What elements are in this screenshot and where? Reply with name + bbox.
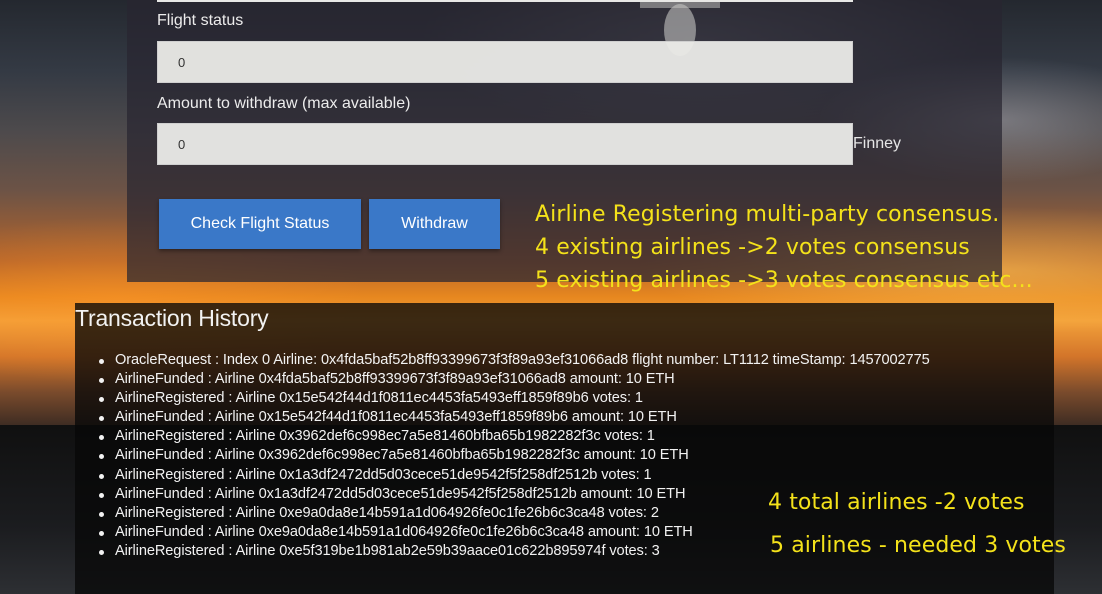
withdraw-amount-label: Amount to withdraw (max available): [157, 95, 411, 112]
transaction-history-list: OracleRequest : Index 0 Airline: 0x4fda5…: [99, 351, 930, 561]
transaction-history-title: Transaction History: [75, 305, 269, 331]
consensus-annotation-line: 5 existing airlines ->3 votes consensus …: [535, 268, 1033, 293]
history-item: AirlineFunded : Airline 0x15e542f44d1f08…: [99, 408, 930, 427]
history-item: AirlineRegistered : Airline 0x15e542f44d…: [99, 389, 930, 408]
check-flight-status-button[interactable]: Check Flight Status: [159, 199, 361, 249]
history-item: OracleRequest : Index 0 Airline: 0x4fda5…: [99, 351, 930, 370]
history-item: AirlineRegistered : Airline 0x3962def6c9…: [99, 427, 930, 446]
previous-input-edge: [157, 0, 853, 2]
flight-status-input[interactable]: [157, 41, 853, 83]
history-item: AirlineFunded : Airline 0x4fda5baf52b8ff…: [99, 370, 930, 389]
consensus-annotation-line: Airline Registering multi-party consensu…: [535, 202, 1000, 227]
withdraw-button[interactable]: Withdraw: [369, 199, 500, 249]
withdraw-amount-input[interactable]: [157, 123, 853, 165]
flight-status-label: Flight status: [157, 12, 244, 29]
five-airlines-annotation: 5 airlines - needed 3 votes: [770, 533, 1066, 558]
history-item: AirlineRegistered : Airline 0x1a3df2472d…: [99, 466, 930, 485]
withdraw-unit-label: Finney: [853, 135, 902, 152]
history-item: AirlineFunded : Airline 0x3962def6c998ec…: [99, 446, 930, 465]
four-airlines-annotation: 4 total airlines -2 votes: [768, 490, 1025, 515]
consensus-annotation-line: 4 existing airlines ->2 votes consensus: [535, 235, 970, 260]
